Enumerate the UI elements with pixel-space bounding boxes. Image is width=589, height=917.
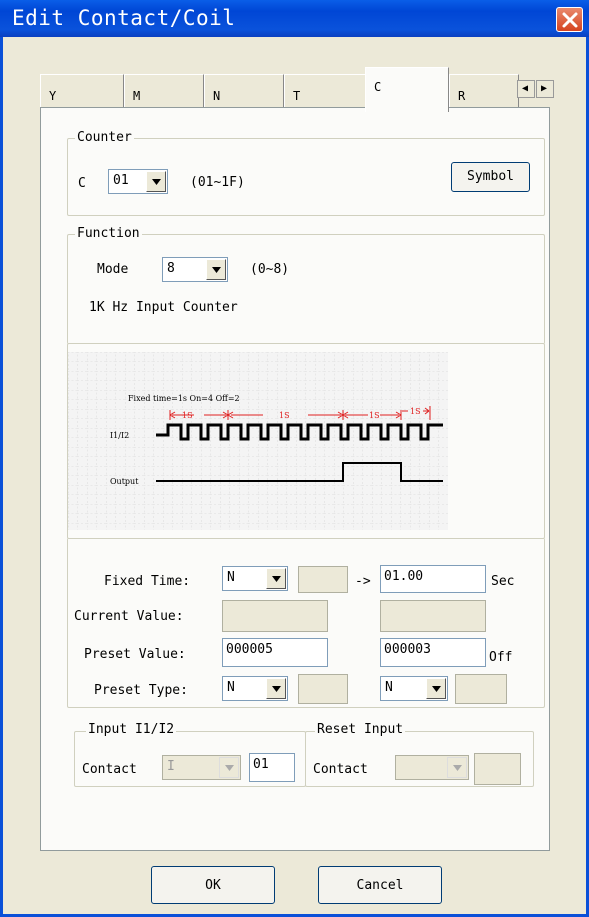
counter-value: 01 [113, 173, 129, 188]
fixed-time-type-dropdown-button[interactable] [266, 568, 286, 589]
chevron-down-icon [432, 686, 441, 692]
preset-type-off-aux-field [455, 674, 507, 704]
input-contact-number-input[interactable]: 01 [249, 753, 295, 782]
interval-label: 1S [182, 411, 193, 420]
output-signal-label: Output [110, 477, 139, 486]
left-arrow-icon: ◀ [522, 83, 529, 94]
mode-value: 8 [167, 261, 175, 276]
title-bar: Edit Contact/Coil [0, 0, 589, 37]
ok-button[interactable]: OK [151, 866, 275, 904]
tab-m[interactable]: M [124, 74, 204, 108]
close-icon [562, 12, 578, 28]
close-button[interactable] [556, 7, 583, 32]
tab-scroll-right-button[interactable]: ▶ [536, 80, 554, 98]
preset-value-on-input[interactable]: 000005 [222, 638, 328, 667]
fixed-time-input[interactable]: 01.00 [380, 565, 486, 593]
counter-prefix: C [78, 176, 86, 191]
counter-dropdown-button[interactable] [146, 171, 166, 192]
tab-label: C [374, 80, 382, 94]
preset-type-off-select[interactable]: N [380, 676, 448, 701]
chevron-down-icon [272, 686, 281, 692]
tab-scroll-left-button[interactable]: ◀ [517, 80, 535, 98]
reset-contact-number-field [474, 753, 521, 785]
current-value-on-field [222, 600, 328, 632]
tab-label: N [213, 89, 221, 103]
counter-range: (01~1F) [190, 175, 245, 190]
mode-range: (0~8) [250, 262, 290, 277]
right-arrow-icon: ▶ [541, 83, 548, 94]
input-contact-dropdown-button[interactable] [219, 757, 239, 778]
arrow-text: -> [355, 574, 371, 589]
chevron-down-icon [212, 267, 221, 273]
function-description: 1K Hz Input Counter [89, 300, 238, 315]
counter-select[interactable]: 01 [108, 169, 168, 194]
symbol-button[interactable]: Symbol [451, 162, 530, 192]
preset-type-on-dropdown-button[interactable] [266, 678, 286, 699]
function-group-label: Function [75, 226, 142, 241]
fixed-time-label: Fixed Time: [104, 574, 191, 589]
interval-label: 1S [369, 411, 380, 420]
preset-type-off-dropdown-button[interactable] [426, 678, 446, 699]
interval-label: 1S [279, 411, 290, 420]
chevron-down-icon [225, 765, 234, 771]
tab-label: R [458, 89, 466, 103]
tab-c[interactable]: C [365, 67, 449, 112]
current-value-label: Current Value: [74, 609, 184, 624]
tab-label: T [293, 89, 301, 103]
cancel-button[interactable]: Cancel [318, 866, 442, 904]
input-contact-type-select[interactable]: I [162, 755, 241, 780]
tab-t[interactable]: T [284, 74, 366, 108]
fixed-time-type-select[interactable]: N [222, 566, 288, 591]
interval-label: 1S [410, 407, 421, 416]
mode-dropdown-button[interactable] [206, 259, 226, 280]
preset-type-on-value: N [227, 680, 235, 695]
preset-type-on-aux-field [298, 674, 348, 704]
timing-diagram: Fixed time=1s On=4 Off=2 1S 1S 1S 1S I1/… [68, 352, 448, 530]
preset-value-off-input[interactable]: 000003 [380, 638, 486, 667]
reset-contact-type-select[interactable] [395, 755, 469, 780]
tab-r[interactable]: R [449, 74, 519, 108]
tab-label: Y [49, 89, 57, 103]
fixed-time-unit: Sec [491, 574, 515, 589]
chevron-down-icon [453, 765, 462, 771]
preset-type-label: Preset Type: [94, 683, 188, 698]
input-group-label: Input I1/I2 [86, 722, 177, 737]
reset-input-group-label: Reset Input [315, 722, 406, 737]
preset-value-label: Preset Value: [84, 647, 186, 662]
diagram-caption: Fixed time=1s On=4 Off=2 [128, 394, 240, 403]
tab-label: M [133, 89, 141, 103]
input-contact-label: Contact [82, 762, 137, 777]
mode-select[interactable]: 8 [162, 257, 228, 282]
fixed-time-aux-field [298, 566, 348, 593]
preset-type-off-value: N [385, 680, 393, 695]
input-signal-label: I1/I2 [110, 431, 129, 440]
counter-group-label: Counter [75, 130, 134, 145]
fixed-time-type-value: N [227, 570, 235, 585]
reset-contact-label: Contact [313, 762, 368, 777]
window-title: Edit Contact/Coil [12, 6, 236, 30]
preset-type-on-select[interactable]: N [222, 676, 288, 701]
tab-y[interactable]: Y [40, 74, 124, 108]
chevron-down-icon [152, 179, 161, 185]
function-group [67, 234, 545, 344]
chevron-down-icon [272, 576, 281, 582]
tab-n[interactable]: N [204, 74, 284, 108]
mode-label: Mode [97, 262, 129, 277]
current-value-off-field [380, 600, 486, 632]
reset-contact-dropdown-button[interactable] [447, 757, 467, 778]
input-contact-type-value: I [167, 759, 175, 774]
preset-value-off-unit: Off [489, 650, 513, 665]
